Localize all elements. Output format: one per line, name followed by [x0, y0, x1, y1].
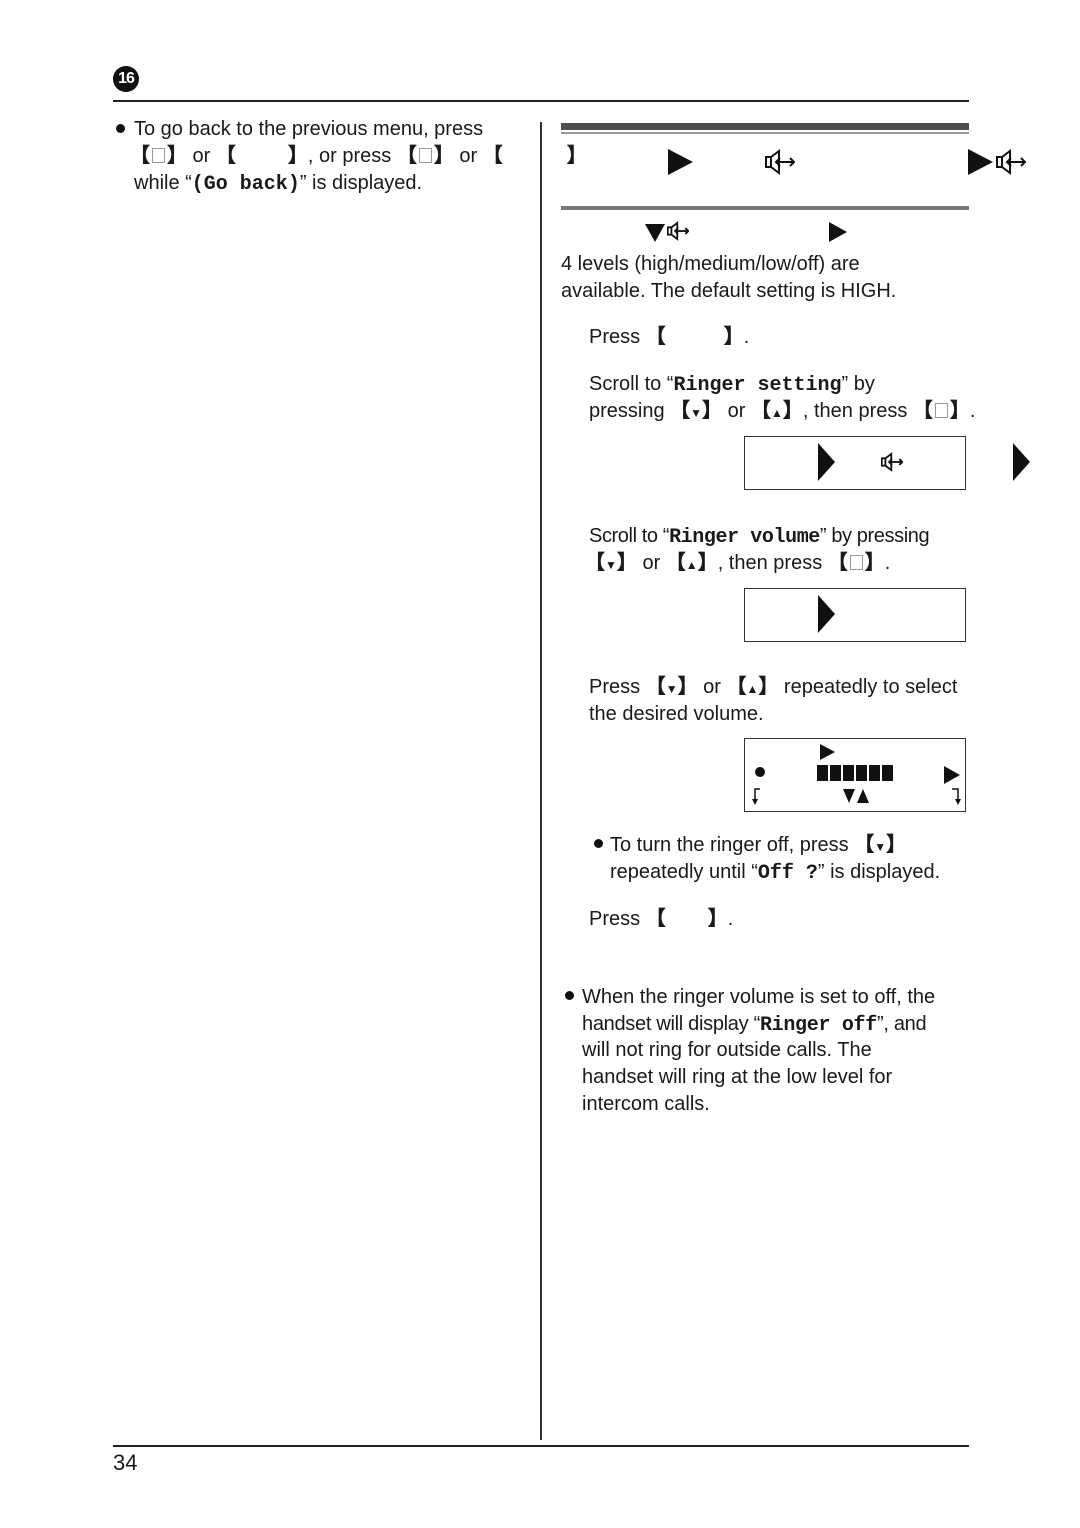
lcd-display-volume-level: [744, 738, 966, 812]
soft-key-icon: [418, 148, 432, 163]
step3-line2: 【▼】 or 【▲】, then press 【】.: [585, 552, 891, 574]
section-rule-top-thin: [561, 132, 969, 134]
arrow-right-icon: [818, 443, 835, 481]
key-down-icon: ▼: [690, 406, 703, 420]
step1-text: Press 【】.: [589, 326, 750, 348]
lcd-display-ringer-setting: [744, 436, 966, 490]
key-bracket: 【: [130, 145, 150, 167]
chapter-number: 16: [118, 70, 135, 87]
key-down-icon: ▼: [874, 840, 887, 854]
display-text-ringer-volume: Ringer volume: [669, 526, 820, 549]
step4-note-line2: repeatedly until “Off ?” is displayed.: [610, 861, 941, 885]
chapter-badge: 16: [113, 66, 139, 92]
note-line2: handset will display “Ringer off”, and: [582, 1013, 927, 1037]
key-down-icon: ▼: [605, 558, 617, 572]
volume-bar: [830, 765, 841, 781]
section-rule-top: [561, 123, 969, 130]
ringer-speaker-icon: [996, 149, 1026, 175]
display-text-go-back: (Go back): [191, 173, 300, 196]
arrow-down-icon: [645, 224, 665, 242]
arrow-right-icon: [668, 149, 693, 175]
arrow-right-icon: [1013, 443, 1030, 481]
bullet-icon: [565, 991, 574, 1000]
column-divider: [540, 122, 542, 1440]
soft-key-icon: [849, 555, 863, 570]
key-down-icon: ▼: [665, 682, 678, 696]
back-instruction-line2: 【】 or 【】, or press 【】 or 【】: [130, 145, 587, 167]
key-bracket: 】: [723, 326, 744, 348]
section-rule-bottom: [561, 206, 969, 210]
key-bracket: 【: [396, 145, 417, 167]
bullet-icon: [116, 124, 125, 133]
intro-line1: 4 levels (high/medium/low/off) are: [561, 253, 860, 275]
volume-bar: [843, 765, 854, 781]
step2-line2: pressing 【▼】 or 【▲】, then press 【】.: [589, 400, 976, 422]
indicator-dot-icon: [755, 767, 765, 777]
key-bracket: 】: [287, 145, 308, 167]
step4-line2: the desired volume.: [589, 703, 764, 725]
display-text-ringer-off: Ringer off: [759, 1014, 877, 1037]
step5-text: Press 【】.: [589, 908, 734, 930]
key-bracket: 】: [707, 908, 728, 930]
key-bracket: 】: [433, 145, 454, 167]
arrow-up-icon: [857, 789, 869, 803]
volume-bar: [817, 765, 828, 781]
note-line4: handset will ring at the low level for: [582, 1066, 893, 1088]
step2-line1: Scroll to “Ringer setting” by: [589, 373, 875, 397]
back-instruction-line3: while “(Go back)” is displayed.: [134, 172, 423, 196]
key-bracket: 】: [167, 145, 187, 167]
key-bracket: 【: [645, 326, 666, 348]
corner-arrow-right-icon: [952, 788, 961, 805]
arrow-right-icon: [968, 149, 993, 175]
lcd-display-ringer-volume: [744, 588, 966, 642]
key-up-icon: ▲: [746, 682, 759, 696]
intro-line2: available. The default setting is HIGH.: [561, 280, 897, 302]
key-bracket: 【: [215, 145, 236, 167]
key-bracket: 【: [645, 908, 666, 930]
note-line1: When the ringer volume is set to off, th…: [582, 986, 936, 1008]
volume-bar: [882, 765, 893, 781]
arrow-right-icon: [944, 766, 960, 784]
note-line5: intercom calls.: [582, 1093, 710, 1115]
key-up-icon: ▲: [685, 558, 698, 572]
footer-rule: [113, 1445, 969, 1447]
note-line3: will not ring for outside calls. The: [582, 1039, 872, 1061]
ringer-speaker-icon: [881, 452, 903, 472]
key-bracket: 】: [566, 145, 587, 167]
display-text-ringer-setting: Ringer setting: [673, 374, 842, 397]
bullet-icon: [594, 839, 603, 848]
soft-key-icon: [934, 403, 948, 418]
volume-bar: [856, 765, 867, 781]
page-number: 34: [113, 1450, 138, 1475]
display-text-off: Off ?: [757, 862, 818, 885]
ringer-speaker-icon: [667, 221, 689, 241]
step4-line1: Press 【▼】 or 【▲】 repeatedly to select: [589, 676, 958, 698]
step3-line1: Scroll to “Ringer volume” by pressing: [589, 525, 930, 549]
arrow-down-icon: [843, 789, 855, 803]
corner-arrow-left-icon: [752, 788, 760, 805]
back-instruction-line1: To go back to the previous menu, press: [134, 118, 484, 140]
key-up-icon: ▲: [770, 406, 783, 420]
volume-bar: [869, 765, 880, 781]
header-rule: [113, 100, 969, 102]
arrow-right-icon: [829, 222, 847, 242]
key-bracket: 【: [482, 145, 503, 167]
ringer-speaker-icon: [765, 149, 795, 175]
arrow-right-icon: [820, 744, 835, 760]
soft-key-icon: [152, 148, 165, 163]
arrow-right-icon: [818, 595, 835, 633]
step4-note-line1: To turn the ringer off, press 【▼】: [610, 834, 907, 856]
